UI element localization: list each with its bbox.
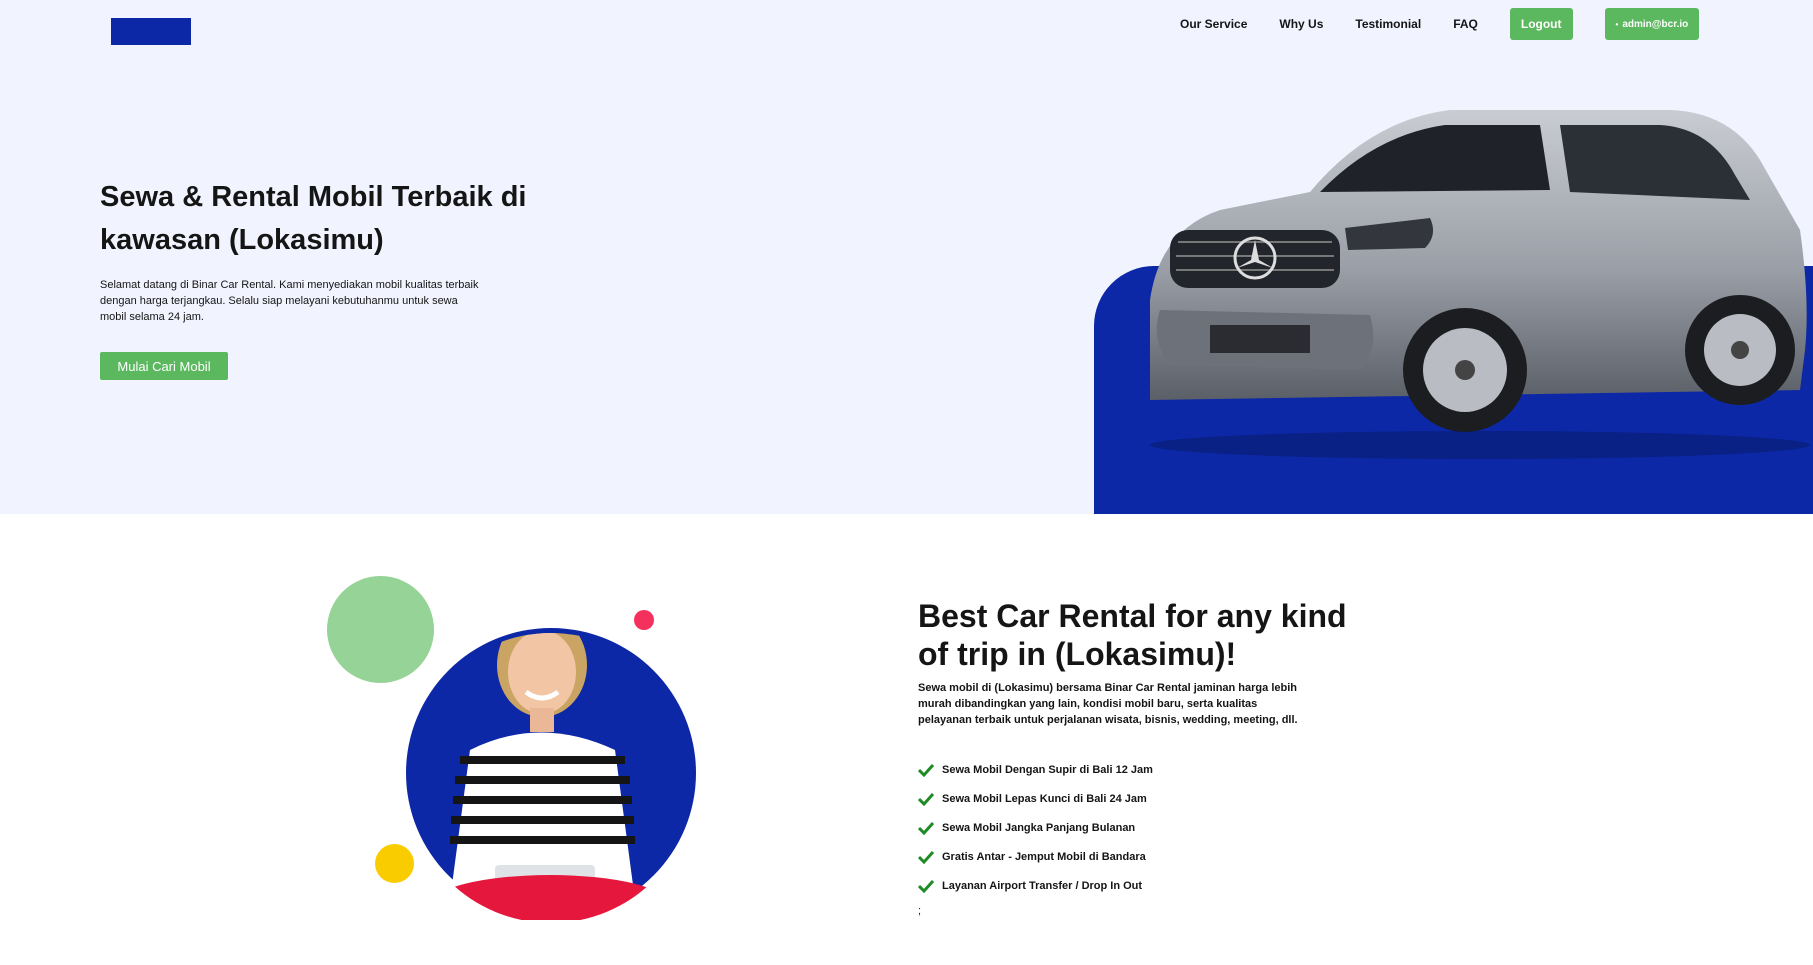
nav-link-why-us[interactable]: Why Us bbox=[1279, 17, 1323, 31]
decor-circle-green bbox=[327, 576, 434, 683]
decor-circle-yellow bbox=[375, 844, 414, 883]
woman-image bbox=[430, 633, 670, 920]
why-title: Best Car Rental for any kind of trip in … bbox=[918, 598, 1347, 672]
find-car-button[interactable]: Mulai Cari Mobil bbox=[100, 352, 228, 380]
list-item: Gratis Antar - Jemput Mobil di Bandara bbox=[918, 842, 1153, 871]
check-icon bbox=[918, 879, 934, 893]
check-icon bbox=[918, 850, 934, 864]
user-dot-icon: • bbox=[1615, 19, 1619, 29]
list-item: Layanan Airport Transfer / Drop In Out bbox=[918, 871, 1153, 900]
list-item-label: Sewa Mobil Jangka Panjang Bulanan bbox=[942, 821, 1136, 834]
hero-section: Our Service Why Us Testimonial FAQ Logou… bbox=[0, 0, 1813, 514]
user-account-button[interactable]: • admin@bcr.io bbox=[1604, 8, 1700, 40]
list-item-label: Layanan Airport Transfer / Drop In Out bbox=[942, 879, 1143, 892]
why-description: Sewa mobil di (Lokasimu) bersama Binar C… bbox=[918, 682, 1298, 726]
user-email: admin@bcr.io bbox=[1622, 18, 1689, 30]
check-icon bbox=[918, 763, 934, 777]
check-icon bbox=[918, 792, 934, 806]
list-item: Sewa Mobil Dengan Supir di Bali 12 Jam bbox=[918, 755, 1153, 784]
logout-button[interactable]: Logout bbox=[1509, 8, 1573, 40]
car-image bbox=[1150, 110, 1810, 459]
nav-link-faq[interactable]: FAQ bbox=[1453, 17, 1478, 31]
why-list: Sewa Mobil Dengan Supir di Bali 12 Jam S… bbox=[918, 755, 1153, 900]
nav-link-testimonial[interactable]: Testimonial bbox=[1355, 17, 1421, 31]
list-item: Sewa Mobil Lepas Kunci di Bali 24 Jam bbox=[918, 784, 1153, 813]
list-item-label: Sewa Mobil Lepas Kunci di Bali 24 Jam bbox=[942, 792, 1147, 805]
list-item-label: Sewa Mobil Dengan Supir di Bali 12 Jam bbox=[942, 763, 1153, 776]
check-icon bbox=[918, 821, 934, 835]
top-nav: Our Service Why Us Testimonial FAQ Logou… bbox=[1180, 8, 1700, 40]
nav-link-our-service[interactable]: Our Service bbox=[1180, 17, 1247, 31]
trailing-text: ; bbox=[918, 905, 922, 917]
logo[interactable] bbox=[111, 18, 191, 45]
hero-description: Selamat datang di Binar Car Rental. Kami… bbox=[100, 279, 479, 323]
hero-title: Sewa & Rental Mobil Terbaik di kawasan (… bbox=[100, 181, 527, 256]
list-item-label: Gratis Antar - Jemput Mobil di Bandara bbox=[942, 850, 1146, 863]
list-item: Sewa Mobil Jangka Panjang Bulanan bbox=[918, 813, 1153, 842]
